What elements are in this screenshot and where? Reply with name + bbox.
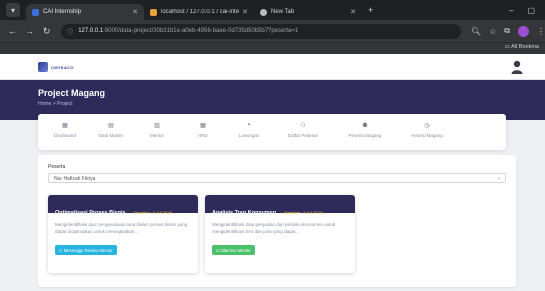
database-icon: ▤ (108, 123, 114, 129)
nav-mentor[interactable]: ▥ Mentor (136, 114, 178, 138)
new-tab-icon[interactable]: + (368, 5, 373, 15)
nav-label: Lowongan (238, 133, 260, 138)
browser-tab-bar: ▾ CAI Internship ✕ localhost / 127.0.0.1… (0, 0, 545, 20)
all-bookmarks-button[interactable]: ▭ All Bookma (505, 44, 539, 50)
status-button-label: Diterima Mentor (220, 247, 251, 253)
mentor-icon: ▥ (154, 123, 160, 129)
zoom-icon[interactable]: 🔍︎ (471, 27, 481, 36)
nav-label: Dashboard (53, 133, 76, 138)
extensions-icon[interactable]: ⧉ (504, 26, 510, 36)
nav-label: HRD (198, 133, 208, 138)
peserta-select[interactable]: Nur Hafizah Fitriya ⌄ (48, 173, 506, 183)
applicants-icon: ⚇ (300, 123, 306, 129)
status-button-waiting[interactable]: ⊙ Menunggu Review Mentor (55, 245, 117, 255)
logo-text: CMYK&CO (51, 64, 74, 70)
profile-avatar[interactable] (518, 25, 529, 37)
window-menu-icon[interactable]: ▾ (6, 3, 20, 17)
browser-menu-icon[interactable]: ⋮ (537, 27, 545, 36)
browser-toolbar: ← → ↻ ⓘ 127.0.0.1 :8000/data-project/30b… (0, 20, 545, 42)
peserta-label: Peserta (48, 164, 66, 170)
dashboard-icon: ▦ (62, 123, 68, 129)
nav-history-magang[interactable]: ◷ History Magang (398, 114, 456, 138)
nav-label: Data Master (98, 133, 124, 138)
project-card-header: Analisis Tren Konsumen (Deadline : 3 Jul… (205, 195, 355, 216)
nav-daftar-pelamar[interactable]: ⚇ Daftar Pelamar (274, 114, 332, 138)
project-deadline: (Deadline : 3 Juli 2024) (283, 211, 323, 215)
check-icon: ☑ (216, 247, 220, 253)
back-icon[interactable]: ← (8, 26, 17, 36)
nav-hrd[interactable]: ▦ HRD (182, 114, 224, 138)
chevron-down-icon: ⌄ (496, 175, 501, 181)
tab-new-tab[interactable]: New Tab ✕ (254, 4, 362, 20)
peserta-selected-value: Nur Hafizah Fitriya (54, 176, 96, 182)
project-panel: Peserta Nur Hafizah Fitriya ⌄ Optimalisa… (38, 155, 516, 287)
breadcrumb: Home > Project (38, 101, 73, 107)
minimize-icon[interactable]: – (509, 6, 513, 15)
project-deadline: (Deadline : 3 Juli 2024) (133, 211, 173, 215)
status-button-accepted[interactable]: ☑ Diterima Mentor (212, 245, 255, 255)
nav-lowongan[interactable]: ▪ Lowongan (228, 114, 270, 138)
tab-title: CAI Internship (43, 9, 82, 15)
favicon-icon (260, 8, 267, 16)
nav-data-master[interactable]: ▤ Data Master (90, 114, 132, 138)
nav-label: Daftar Pelamar (287, 133, 319, 138)
nav-peserta-magang[interactable]: ⚉ Peserta Magang (336, 114, 394, 138)
window-controls: – ▢ (509, 6, 535, 15)
nav-label: History Magang (411, 133, 443, 138)
nav-dashboard[interactable]: ▦ Dashboard (44, 114, 86, 138)
project-title: Analisis Tren Konsumen (212, 210, 277, 216)
briefcase-icon: ▪ (247, 122, 251, 128)
url-path: :8000/data-project/30b31b1e-a0eb-4956-ba… (103, 28, 299, 34)
status-button-label: Menunggu Review Mentor (63, 247, 113, 253)
page-title: Project Magang (38, 88, 106, 98)
close-tab-icon[interactable]: ✕ (132, 8, 138, 16)
hrd-icon: ▦ (200, 123, 206, 129)
project-card: Optimalisasi Proses Bisnis (Deadline : 3… (48, 195, 198, 273)
all-bookmarks-label: All Bookma (511, 44, 539, 50)
app-logo[interactable]: CMYK&CO (38, 62, 74, 72)
close-tab-icon[interactable]: ✕ (350, 8, 356, 16)
main-nav: ▦ Dashboard ▤ Data Master ▥ Mentor ▦ HRD… (38, 114, 506, 150)
project-card-header: Optimalisasi Proses Bisnis (Deadline : 3… (48, 195, 198, 216)
url-host: 127.0.0.1 (78, 28, 104, 34)
history-icon: ◷ (424, 123, 430, 129)
user-account-icon[interactable] (511, 60, 523, 74)
tab-cai-internship[interactable]: CAI Internship ✕ (26, 4, 144, 20)
reload-icon[interactable]: ↻ (42, 26, 51, 37)
participants-icon: ⚉ (362, 123, 368, 129)
bookmark-star-icon[interactable]: ☆ (489, 27, 496, 36)
app-header: CMYK&CO (0, 54, 545, 80)
maximize-icon[interactable]: ▢ (527, 6, 535, 15)
favicon-icon (150, 8, 157, 16)
site-info-icon[interactable]: ⓘ (67, 27, 73, 36)
clock-icon: ⊙ (59, 247, 63, 253)
project-title: Optimalisasi Proses Bisnis (55, 210, 126, 216)
nav-label: Peserta Magang (348, 133, 382, 138)
bookmarks-bar: ▭ All Bookma (0, 42, 545, 54)
tab-phpmyadmin[interactable]: localhost / 127.0.0.1 / cai-intern ✕ (144, 4, 254, 20)
tab-title: localhost / 127.0.0.1 / cai-intern (161, 9, 239, 15)
project-card: Analisis Tren Konsumen (Deadline : 3 Jul… (205, 195, 355, 273)
tab-title: New Tab (271, 9, 295, 15)
nav-label: Mentor (149, 133, 164, 138)
address-bar[interactable]: ⓘ 127.0.0.1 :8000/data-project/30b31b1e-… (61, 23, 461, 39)
logo-mark-icon (38, 62, 48, 72)
favicon-icon (32, 8, 39, 16)
forward-icon[interactable]: → (25, 26, 34, 36)
close-tab-icon[interactable]: ✕ (242, 8, 248, 16)
